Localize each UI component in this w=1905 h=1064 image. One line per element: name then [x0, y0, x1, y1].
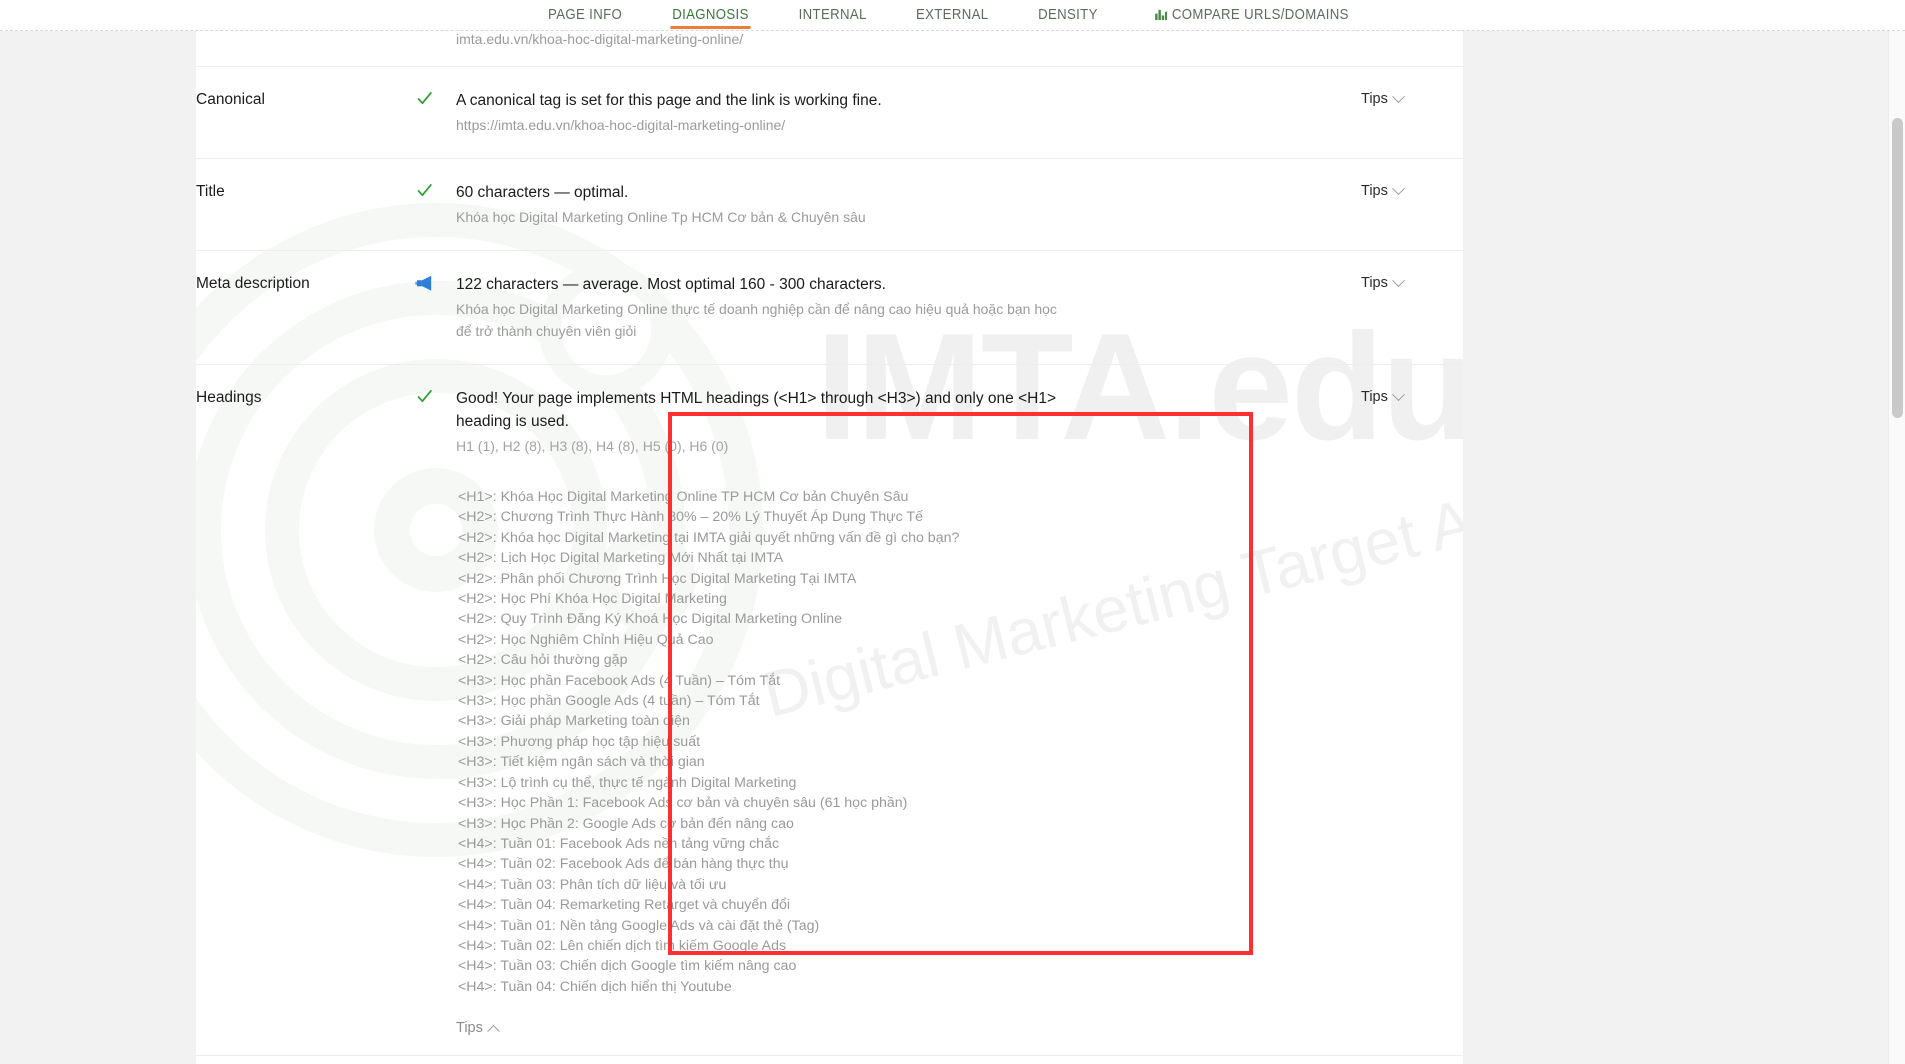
row-message-headings: Good! Your page implements HTML headings…	[456, 390, 1057, 430]
heading-item: <H4>: Tuần 03: Phân tích dữ liệu và tối …	[458, 876, 727, 893]
tab-label: EXTERNAL	[916, 5, 989, 23]
heading-item: <H3>: Phương pháp học tập hiệu suất	[458, 733, 701, 750]
row-label-canonical: Canonical	[196, 91, 265, 108]
top-navigation-bar: PAGE INFO DIAGNOSIS INTERNAL EXTERNAL DENSIT…	[0, 0, 1905, 31]
row-body-headings: Good! Your page implements HTML headings…	[456, 387, 1343, 1055]
heading-item: <H2>: Phân phối Chương Trình Học Digital…	[458, 570, 857, 587]
chevron-down-icon	[1391, 273, 1405, 287]
check-icon	[417, 92, 432, 105]
row-status-title	[392, 181, 456, 204]
heading-counts: H1 (1), H2 (8), H3 (8), H4 (8), H5 (0), …	[456, 438, 729, 454]
heading-item: <H4>: Tuần 01: Facebook Ads nền tảng vữn…	[458, 835, 780, 852]
heading-item: <H3>: Lộ trình cụ thể, thực tế ngành Dig…	[458, 774, 797, 791]
row-body-title: 60 characters — optimal. Khóa học Digita…	[456, 181, 1343, 228]
tab-compare-urls-domains[interactable]: COMPARE URLS/DOMAINS	[1137, 0, 1367, 28]
tab-list: PAGE INFO DIAGNOSIS INTERNAL EXTERNAL DENSIT…	[523, 0, 1383, 31]
headings-tips-footer: Tips	[456, 1011, 1323, 1055]
tips-label: Tips	[1361, 91, 1388, 107]
row-tips-title: Tips	[1343, 181, 1463, 200]
row-canonical: Canonical A canonical tag is set for thi…	[196, 67, 1463, 159]
chevron-up-icon	[486, 1024, 500, 1038]
heading-item: <H3>: Học Phần 2: Google Ads cơ bản đến …	[458, 815, 794, 832]
heading-item: <H2>: Học Nghiêm Chỉnh Hiệu Quả Cao	[458, 631, 714, 648]
tips-button-headings[interactable]: Tips	[1361, 387, 1405, 405]
row-detail-canonical: https://imta.edu.vn/khoa-hoc-digital-mar…	[456, 117, 786, 133]
headings-list-panel: <H1>: Khóa Học Digital Marketing Online …	[456, 473, 1323, 1011]
heading-item: <H4>: Tuần 02: Lên chiến dịch tìm kiếm G…	[458, 937, 787, 954]
tab-internal[interactable]: INTERNAL	[781, 0, 884, 28]
row-label-title: Title	[196, 183, 225, 200]
heading-item: <H3>: Tiết kiệm ngân sách và thời gian	[458, 754, 705, 771]
diagnosis-rows: imta.edu.vn/khoa-hoc-digital-marketing-o…	[196, 0, 1463, 1064]
tips-label: Tips	[1361, 275, 1388, 291]
tab-label: DIAGNOSIS	[671, 5, 749, 23]
tips-button-canonical[interactable]: Tips	[1361, 89, 1405, 107]
heading-item: <H4>: Tuần 03: Chiến dịch Google tìm kiế…	[458, 958, 797, 975]
page-root: IMTA.edu.vn Digital Marketing Target Aud…	[0, 0, 1905, 1064]
scrollbar-thumb[interactable]	[1892, 118, 1903, 418]
heading-item: <H2>: Khóa học Digital Marketing tại IMT…	[458, 529, 960, 546]
bar-chart-icon	[1155, 9, 1168, 20]
row-headings: Headings Good! Your page implements HTML…	[196, 365, 1463, 1055]
row-title: Title 60 characters — optimal. Khóa học …	[196, 159, 1463, 251]
row-message-title: 60 characters — optimal.	[456, 184, 629, 201]
check-icon	[417, 390, 432, 403]
tips-button-title[interactable]: Tips	[1361, 181, 1405, 199]
row-tips-headings: Tips	[1343, 387, 1463, 406]
tab-label: INTERNAL	[798, 5, 867, 23]
heading-item: <H3>: Học Phần 1: Facebook Ads cơ bản và…	[458, 795, 908, 812]
heading-item: <H4>: Tuần 04: Chiến dịch hiển thị Youtu…	[458, 978, 732, 995]
row-tips-meta-description: Tips	[1343, 273, 1463, 292]
heading-item: <H3>: Giải pháp Marketing toàn diện	[458, 713, 690, 730]
tips-label: Tips	[1361, 183, 1388, 199]
check-icon	[417, 184, 432, 197]
heading-item: <H2>: Câu hỏi thường gặp	[458, 652, 628, 669]
row-status-meta-description	[392, 273, 456, 297]
row-body-canonical: A canonical tag is set for this page and…	[456, 89, 1343, 136]
vertical-scrollbar[interactable]	[1888, 0, 1905, 1064]
row-detail-title: Khóa học Digital Marketing Online Tp HCM…	[456, 209, 866, 225]
row-status-canonical	[392, 89, 456, 112]
content-card: IMTA.edu.vn Digital Marketing Target Aud…	[196, 0, 1463, 1064]
tab-diagnosis[interactable]: DIAGNOSIS	[654, 0, 766, 29]
heading-item: <H2>: Lịch Học Digital Marketing Mới Nhấ…	[458, 550, 784, 567]
tab-label: COMPARE URLS/DOMAINS	[1172, 5, 1350, 23]
clipped-row-url: imta.edu.vn/khoa-hoc-digital-marketing-o…	[456, 31, 744, 47]
chevron-down-icon	[1391, 89, 1405, 103]
heading-item: <H3>: Học phần Facebook Ads (4 Tuần) – T…	[458, 672, 781, 689]
tips-label: Tips	[1361, 389, 1388, 405]
tab-external[interactable]: EXTERNAL	[898, 0, 1006, 28]
heading-item: <H4>: Tuần 01: Nền tảng Google Ads và cà…	[458, 917, 820, 934]
row-images: Images All images have ALT attribute. Ti…	[196, 1056, 1463, 1064]
tab-label: PAGE INFO	[547, 5, 622, 23]
chevron-down-icon	[1391, 387, 1405, 401]
tips-label: Tips	[456, 1020, 483, 1037]
row-tips-canonical: Tips	[1343, 89, 1463, 108]
chevron-down-icon	[1391, 181, 1405, 195]
heading-item: <H4>: Tuần 04: Remarketing Retarget và c…	[458, 897, 791, 914]
row-status-headings	[392, 387, 456, 410]
row-meta-description: Meta description 122 characters — averag…	[196, 251, 1463, 365]
tab-density[interactable]: DENSITY	[1020, 0, 1115, 28]
row-message-meta-description: 122 characters — average. Most optimal 1…	[456, 276, 886, 293]
row-detail-meta-description: Khóa học Digital Marketing Online thực t…	[456, 301, 1057, 339]
heading-item: <H2>: Quy Trình Đăng Ký Khoá Học Digital…	[458, 611, 843, 628]
megaphone-icon	[415, 275, 432, 291]
heading-item: <H3>: Học phần Google Ads (4 tuần) – Tóm…	[458, 693, 760, 710]
tab-page-info[interactable]: PAGE INFO	[530, 0, 639, 28]
heading-item: <H4>: Tuần 02: Facebook Ads để bán hàng …	[458, 856, 789, 873]
heading-item: <H1>: Khóa Học Digital Marketing Online …	[458, 489, 909, 505]
row-body-meta-description: 122 characters — average. Most optimal 1…	[456, 273, 1343, 342]
row-label-headings: Headings	[196, 389, 262, 406]
tips-button-headings-collapse[interactable]: Tips	[456, 1020, 500, 1038]
tips-button-meta-description[interactable]: Tips	[1361, 273, 1405, 291]
tab-label: DENSITY	[1037, 5, 1098, 23]
heading-item: <H2>: Chương Trình Thực Hành 80% – 20% L…	[458, 509, 923, 526]
heading-item: <H2>: Học Phí Khóa Học Digital Marketing	[458, 591, 727, 608]
row-message-canonical: A canonical tag is set for this page and…	[456, 92, 882, 109]
row-label-meta-description: Meta description	[196, 275, 310, 292]
